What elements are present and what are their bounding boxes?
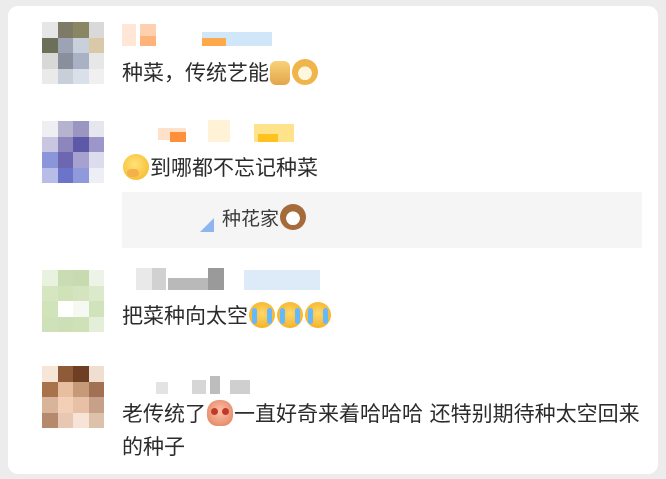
comment-text: 老传统了 一直好奇来着哈哈哈 还特别期待种太空回来的种子 [122,398,642,464]
crying-face-icon [249,302,275,328]
crying-face-icon [305,302,331,328]
doge-icon [292,59,318,85]
cat-face-icon [280,204,307,230]
comment-text-content: 把菜种向太空 [122,304,248,328]
comment-text-content-part1: 老传统了 [122,402,206,426]
username[interactable] [156,374,276,396]
thumbs-up-icon [270,61,290,85]
comment-text-content: 种菜，传统艺能 [122,61,269,85]
reply-text-content: 种花家 [222,208,280,230]
reply-box[interactable]: 种花家 [122,192,642,248]
avatar[interactable] [42,270,104,332]
avatar[interactable] [42,121,104,183]
comment-text: 种菜，传统艺能 [122,57,319,90]
comment-text: 把菜种向太空 [122,300,332,333]
avatar[interactable] [42,366,104,428]
username[interactable] [122,24,282,46]
reply-user-blur [200,218,214,232]
username[interactable] [158,120,318,142]
avatar[interactable] [42,22,104,84]
alien-face-icon [207,400,233,426]
comment-list: 种菜，传统艺能 到哪都不忘记种菜 种花家 把菜种向太空 老传统了 一直好奇来着哈… [8,6,658,474]
comment-text-content: 到哪都不忘记种菜 [150,156,318,180]
reply-text: 种花家 [222,203,307,236]
crying-face-icon [277,302,303,328]
shy-face-icon [123,154,149,180]
username[interactable] [136,268,336,290]
comment-text: 到哪都不忘记种菜 [122,152,318,185]
